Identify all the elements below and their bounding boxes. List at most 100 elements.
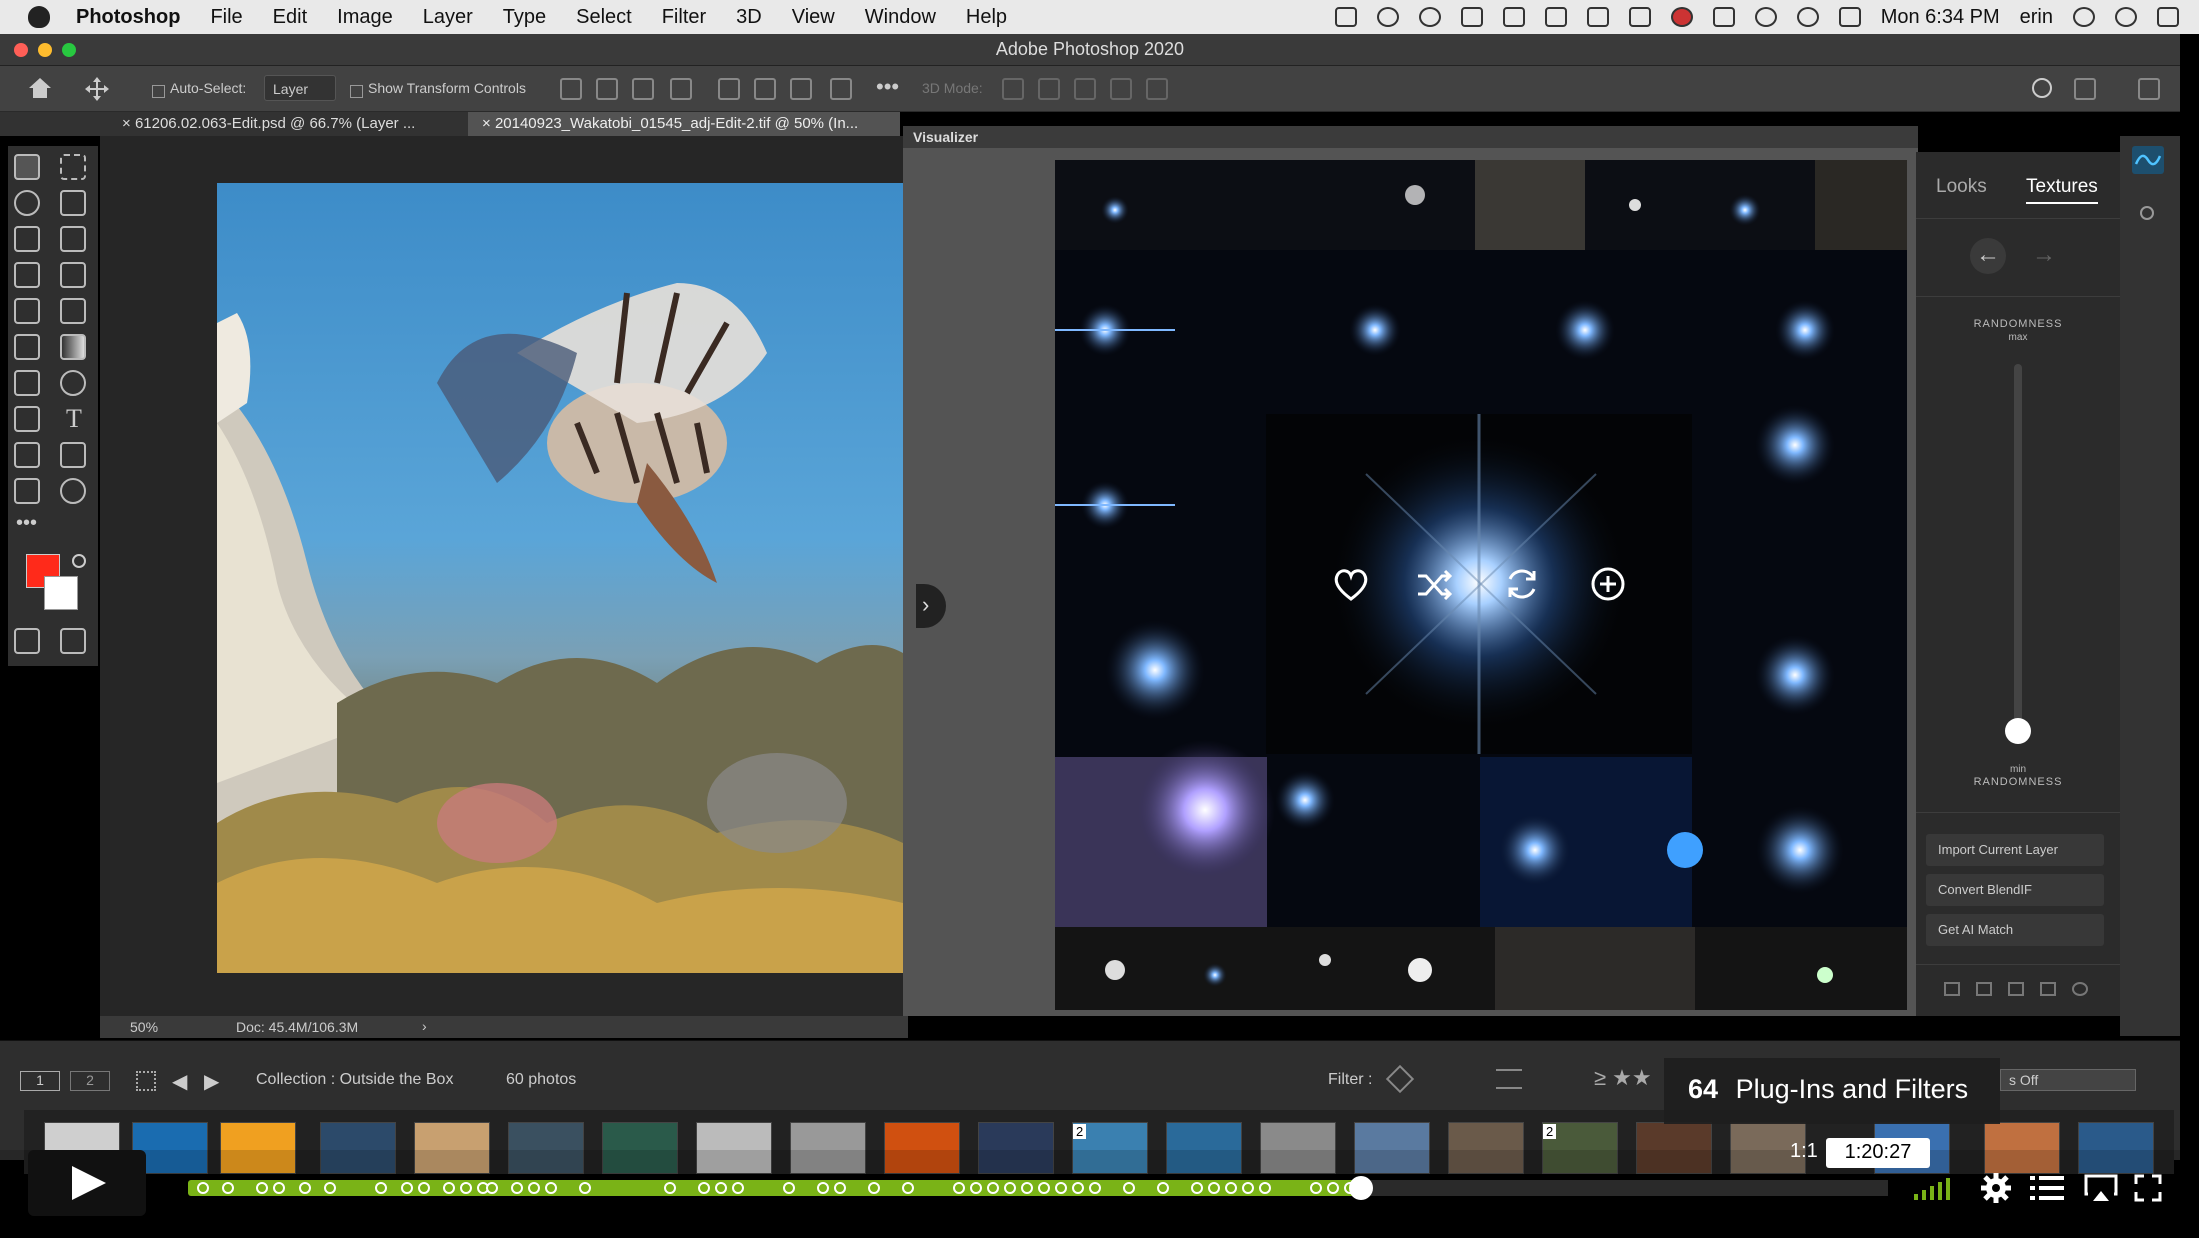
3d-orbit-icon[interactable] — [1002, 78, 1024, 100]
chapter-marker[interactable] — [817, 1182, 829, 1194]
forward-arrow-icon[interactable]: ▶ — [204, 1069, 219, 1094]
chapter-marker[interactable] — [1038, 1182, 1050, 1194]
refresh-icon[interactable] — [1504, 566, 1540, 602]
more-options-icon[interactable]: ••• — [876, 74, 899, 100]
page-2-button[interactable]: 2 — [70, 1071, 110, 1091]
zoom-tool-icon[interactable] — [60, 478, 86, 504]
tab-document-2[interactable]: × 20140923_Wakatobi_01545_adj-Edit-2.tif… — [468, 112, 900, 136]
page-1-button[interactable]: 1 — [20, 1071, 60, 1091]
mail-icon[interactable] — [1460, 7, 1483, 27]
menu-image[interactable]: Image — [337, 6, 393, 29]
apple-icon[interactable] — [28, 6, 50, 28]
get-ai-match-button[interactable]: Get AI Match — [1926, 914, 2104, 946]
chapter-marker[interactable] — [400, 1182, 413, 1194]
fullscreen-icon[interactable] — [2134, 1174, 2162, 1202]
chapter-marker[interactable] — [1310, 1182, 1322, 1194]
chapter-marker[interactable] — [783, 1182, 795, 1194]
chapter-marker[interactable] — [222, 1182, 234, 1194]
lionfish-reef-photo[interactable] — [217, 183, 903, 973]
screen-mode-icon[interactable] — [60, 628, 86, 654]
menu-window[interactable]: Window — [865, 6, 936, 29]
chapter-marker[interactable] — [196, 1182, 209, 1194]
quick-selection-tool-icon[interactable] — [60, 190, 86, 216]
auto-select-dropdown[interactable]: Layer — [264, 75, 336, 101]
marquee-tool-icon[interactable] — [60, 154, 86, 180]
home-icon[interactable] — [26, 76, 54, 100]
clock[interactable]: Mon 6:34 PM — [1881, 6, 2000, 29]
chapter-marker[interactable] — [256, 1182, 268, 1194]
align-right-icon[interactable] — [632, 78, 654, 100]
activity-icon[interactable] — [1754, 7, 1777, 27]
clone-stamp-tool-icon[interactable] — [14, 298, 40, 324]
chapter-marker[interactable] — [1089, 1182, 1101, 1194]
share-icon[interactable] — [2138, 78, 2160, 100]
tab-document-1[interactable]: × 61206.02.063-Edit.psd @ 66.7% (Layer .… — [108, 112, 468, 136]
chapter-marker[interactable] — [902, 1182, 914, 1194]
menu-file[interactable]: File — [210, 6, 242, 29]
chapter-marker[interactable] — [698, 1182, 710, 1194]
eraser-tool-icon[interactable] — [14, 334, 40, 360]
history-brush-tool-icon[interactable] — [60, 298, 86, 324]
chapter-marker[interactable] — [1004, 1182, 1016, 1194]
path-selection-tool-icon[interactable] — [14, 442, 40, 468]
chapter-marker[interactable] — [417, 1182, 430, 1194]
chapter-marker[interactable] — [1021, 1182, 1033, 1194]
auto-select-checkbox[interactable] — [152, 82, 165, 98]
eye-off-icon[interactable] — [2072, 982, 2088, 996]
dodge-tool-icon[interactable] — [60, 370, 86, 396]
shuffle-icon[interactable] — [1416, 568, 1454, 602]
menu-3d[interactable]: 3D — [736, 6, 762, 29]
pen-tool-icon[interactable] — [14, 406, 40, 432]
chapter-marker[interactable] — [528, 1182, 540, 1194]
chapter-marker[interactable] — [1327, 1182, 1339, 1194]
chapter-marker[interactable] — [1055, 1182, 1067, 1194]
3d-slide-icon[interactable] — [1110, 78, 1132, 100]
chapter-marker[interactable] — [987, 1182, 999, 1194]
distribute-horizontal-icon[interactable] — [830, 78, 852, 100]
chapter-marker[interactable] — [1242, 1182, 1254, 1194]
chapter-marker[interactable] — [460, 1182, 472, 1194]
menu-app-name[interactable]: Photoshop — [76, 6, 180, 29]
progress-scrub-handle[interactable] — [1349, 1176, 1373, 1200]
rating-filter-stars[interactable]: ≥ ★★ — [1594, 1065, 1652, 1091]
type-tool-icon[interactable]: T — [66, 404, 82, 434]
flag-filter-icon[interactable] — [1385, 1064, 1415, 1094]
spotlight-icon[interactable] — [2073, 7, 2095, 27]
arrow-icon[interactable] — [1628, 7, 1651, 27]
grid-view-icon[interactable] — [136, 1071, 156, 1091]
chapter-marker[interactable] — [1157, 1182, 1169, 1194]
back-arrow-icon[interactable]: ◀ — [172, 1069, 187, 1094]
video-progress-bar[interactable] — [188, 1180, 1361, 1196]
filters-off-dropdown[interactable]: s Off — [2000, 1069, 2136, 1091]
3d-roll-icon[interactable] — [1038, 78, 1060, 100]
menu-select[interactable]: Select — [576, 6, 632, 29]
next-arrow-icon[interactable]: → — [2026, 238, 2062, 274]
distribute-vertical-icon[interactable] — [670, 78, 692, 100]
search-icon[interactable] — [2032, 78, 2052, 98]
chapter-marker[interactable] — [664, 1182, 676, 1194]
randomness-slider-track[interactable] — [2014, 364, 2022, 744]
panel-toggle-icon[interactable] — [2140, 206, 2154, 220]
bluetooth-icon[interactable] — [1502, 7, 1525, 27]
chapter-marker[interactable] — [485, 1182, 498, 1194]
align-left-icon[interactable] — [560, 78, 582, 100]
creative-cloud-icon[interactable] — [1376, 7, 1399, 27]
add-icon[interactable] — [1590, 566, 1626, 602]
background-color-swatch[interactable] — [44, 576, 78, 610]
photo-count[interactable]: 60 photos — [506, 1071, 576, 1089]
workspace-icon[interactable] — [2074, 78, 2096, 100]
progress-remaining[interactable] — [1361, 1180, 1888, 1196]
chapter-marker[interactable] — [375, 1182, 387, 1194]
airplay-icon[interactable] — [1712, 7, 1735, 27]
notification-center-icon[interactable] — [2157, 7, 2179, 27]
layer-icon[interactable] — [1944, 982, 1960, 996]
convert-blendif-button[interactable]: Convert BlendIF — [1926, 874, 2104, 906]
chapter-marker[interactable] — [732, 1182, 744, 1194]
chapters-list-icon[interactable] — [2030, 1174, 2064, 1202]
import-current-layer-button[interactable]: Import Current Layer — [1926, 834, 2104, 866]
copy-icon[interactable] — [1976, 982, 1992, 996]
eyedropper-tool-icon[interactable] — [60, 226, 86, 252]
align-top-icon[interactable] — [718, 78, 740, 100]
chapter-marker[interactable] — [834, 1182, 846, 1194]
dropbox-icon[interactable] — [1544, 7, 1567, 27]
